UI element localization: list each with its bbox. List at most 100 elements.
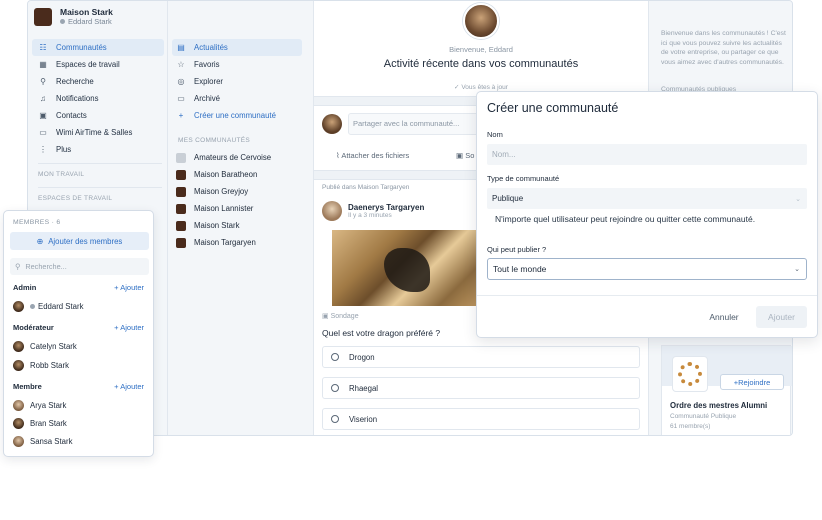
community-name: Ordre des mestres Alumni bbox=[670, 401, 768, 410]
plus-icon: + bbox=[178, 111, 184, 120]
poll-option[interactable]: Rhaegal bbox=[322, 377, 640, 399]
up-to-date-label: Vous êtes à jour bbox=[461, 84, 508, 91]
video-icon: ▭ bbox=[39, 128, 47, 137]
community-item[interactable]: Amateurs de Cervoise bbox=[172, 149, 302, 166]
nav-item-label: Notifications bbox=[56, 94, 99, 103]
member-name: Robb Stark bbox=[30, 361, 70, 370]
nav-item-label: Favoris bbox=[194, 60, 220, 69]
compass-icon: ◎ bbox=[177, 77, 185, 86]
poll-option[interactable]: Drogon bbox=[322, 346, 640, 368]
members-panel: MEMBRES · 6 ⊕ Ajouter des membres ⚲ Recher… bbox=[3, 210, 154, 457]
divider bbox=[38, 163, 162, 164]
dialog-title: Créer une communauté bbox=[487, 101, 619, 115]
communities-nav: ▤ Actualités ☆ Favoris ◎ Explorer ▭ Archivé … bbox=[172, 39, 302, 124]
nav-item-archive[interactable]: ▭ Archivé bbox=[172, 90, 302, 107]
nav-item-label: Explorer bbox=[194, 77, 224, 86]
create-community-link[interactable]: + Créer une communauté bbox=[172, 107, 302, 124]
community-logo bbox=[672, 356, 708, 392]
page-title: Activité récente dans vos communautés bbox=[383, 58, 579, 70]
member-item[interactable]: Bran Stark bbox=[13, 418, 67, 429]
cancel-button[interactable]: Annuler bbox=[699, 306, 749, 328]
poll-button-label: So bbox=[465, 151, 475, 160]
member-item[interactable]: Robb Stark bbox=[13, 360, 69, 371]
poll-tag: ▣ Sondage bbox=[322, 313, 359, 320]
community-item[interactable]: Maison Targaryen bbox=[172, 234, 302, 251]
poll-option[interactable]: Viserion bbox=[322, 408, 640, 430]
join-button[interactable]: + Rejoindre bbox=[720, 374, 784, 390]
add-admin-button[interactable]: + Ajouter bbox=[114, 283, 144, 292]
member-item[interactable]: Eddard Stark bbox=[13, 301, 84, 312]
add-moderator-button[interactable]: + Ajouter bbox=[114, 323, 144, 332]
chevron-down-icon: ⌄ bbox=[795, 195, 801, 203]
avatar bbox=[463, 3, 499, 39]
community-item[interactable]: Maison Lannister bbox=[172, 200, 302, 217]
avatar bbox=[13, 436, 24, 447]
poll-option-label: Drogon bbox=[349, 352, 375, 362]
add-members-label: Ajouter des membres bbox=[48, 236, 123, 246]
member-item[interactable]: Catelyn Stark bbox=[13, 341, 77, 352]
author-name[interactable]: Daenerys Targaryen bbox=[348, 203, 424, 212]
nav-item-label: Espaces de travail bbox=[56, 60, 120, 69]
radio-icon bbox=[331, 353, 339, 361]
section-mon-travail: MON TRAVAIL bbox=[38, 171, 85, 178]
post-image[interactable] bbox=[332, 230, 484, 306]
community-item[interactable]: Maison Baratheon bbox=[172, 166, 302, 183]
type-select[interactable]: Publique ⌄ bbox=[487, 188, 807, 209]
poll-tag-label: Sondage bbox=[330, 313, 359, 320]
nav-item-label: Plus bbox=[56, 145, 72, 154]
org-switcher[interactable]: Maison Stark Eddard Stark bbox=[34, 7, 113, 26]
community-logo bbox=[176, 203, 186, 214]
add-member-button[interactable]: + Ajouter bbox=[114, 382, 144, 391]
join-button-label: Rejoindre bbox=[738, 377, 771, 387]
who-label: Qui peut publier ? bbox=[487, 245, 547, 254]
post-author: Daenerys Targaryen Il y a 3 minutes bbox=[322, 201, 424, 221]
nav-item-espaces[interactable]: ▦ Espaces de travail bbox=[32, 56, 164, 73]
news-icon: ▤ bbox=[177, 43, 185, 52]
community-item[interactable]: Maison Stark bbox=[172, 217, 302, 234]
members-search-input[interactable]: ⚲ Recherche... bbox=[10, 258, 149, 275]
community-item[interactable]: Maison Greyjoy bbox=[172, 183, 302, 200]
community-name: Amateurs de Cervoise bbox=[194, 153, 272, 162]
nav-item-favoris[interactable]: ☆ Favoris bbox=[172, 56, 302, 73]
archive-icon: ▭ bbox=[177, 94, 185, 103]
poll-button[interactable]: ▣ So bbox=[456, 151, 474, 160]
add-button[interactable]: Ajouter bbox=[756, 306, 807, 328]
avatar bbox=[13, 360, 24, 371]
create-community-dialog: Créer une communauté Nom Nom... Type de … bbox=[476, 91, 818, 338]
nav-item-airtime[interactable]: ▭ Wimi AirTime & Salles bbox=[32, 124, 164, 141]
nav-item-actualites[interactable]: ▤ Actualités bbox=[172, 39, 302, 56]
nav-item-plus[interactable]: ⋮ Plus bbox=[32, 141, 164, 158]
poll-option-label: Rhaegal bbox=[349, 383, 379, 393]
nav-item-communautes[interactable]: ☷ Communautés bbox=[32, 39, 164, 56]
nav-item-notifications[interactable]: ♫ Notifications bbox=[32, 90, 164, 107]
communities-list: Amateurs de Cervoise Maison Baratheon Ma… bbox=[172, 149, 302, 251]
org-logo bbox=[34, 7, 52, 26]
avatar bbox=[13, 301, 24, 312]
nav-item-recherche[interactable]: ⚲ Recherche bbox=[32, 73, 164, 90]
chain-icon bbox=[678, 362, 702, 386]
member-item[interactable]: Sansa Stark bbox=[13, 436, 72, 447]
community-icon: ☷ bbox=[39, 43, 47, 52]
add-user-icon: ⊕ bbox=[36, 236, 44, 246]
current-user: Eddard Stark bbox=[60, 17, 113, 26]
role-name: Membre bbox=[13, 382, 42, 391]
nav-item-contacts[interactable]: ▣ Contacts bbox=[32, 107, 164, 124]
avatar bbox=[322, 201, 342, 221]
role-header: Admin + Ajouter bbox=[13, 283, 144, 292]
poll-icon: ▣ bbox=[456, 151, 464, 160]
community-card[interactable]: + Rejoindre Ordre des mestres Alumni Com… bbox=[661, 345, 792, 435]
type-value: Publique bbox=[492, 194, 524, 203]
member-item[interactable]: Arya Stark bbox=[13, 400, 66, 411]
nav-item-explorer[interactable]: ◎ Explorer bbox=[172, 73, 302, 90]
contacts-icon: ▣ bbox=[39, 111, 47, 120]
name-field[interactable]: Nom... bbox=[487, 144, 807, 165]
status-dot bbox=[60, 19, 65, 24]
role-header: Membre + Ajouter bbox=[13, 382, 144, 391]
post-time: Il y a 3 minutes bbox=[348, 212, 392, 219]
add-members-button[interactable]: ⊕ Ajouter des membres bbox=[10, 232, 149, 250]
org-name: Maison Stark bbox=[60, 7, 113, 17]
who-can-post-select[interactable]: Tout le monde ⌄ bbox=[487, 258, 807, 280]
section-espaces: ESPACES DE TRAVAIL bbox=[38, 195, 113, 202]
attach-files-button[interactable]: ⌇ Attacher des fichiers bbox=[336, 151, 409, 160]
role-name: Admin bbox=[13, 283, 37, 292]
